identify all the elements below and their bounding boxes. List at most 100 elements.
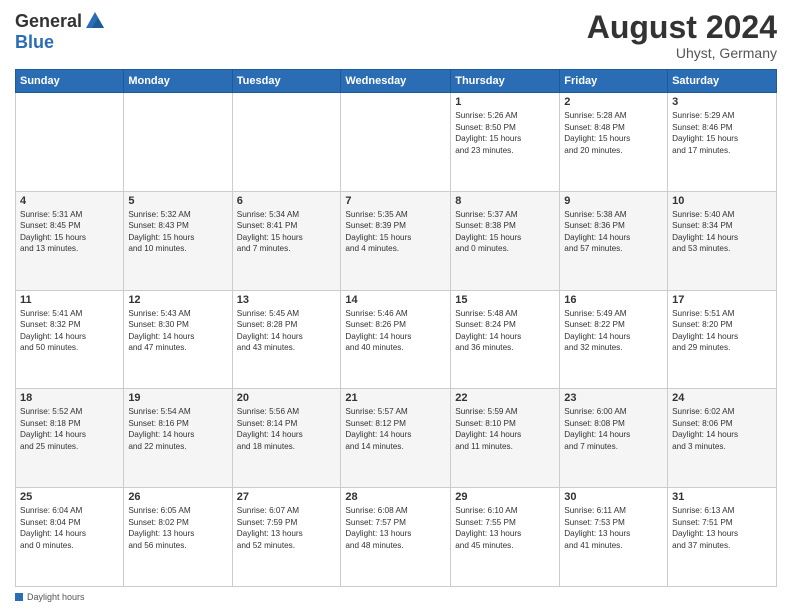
day-info: Sunrise: 5:35 AM Sunset: 8:39 PM Dayligh… (345, 209, 446, 255)
calendar-cell: 22Sunrise: 5:59 AM Sunset: 8:10 PM Dayli… (451, 389, 560, 488)
calendar-cell: 18Sunrise: 5:52 AM Sunset: 8:18 PM Dayli… (16, 389, 124, 488)
day-number: 23 (564, 392, 663, 404)
footer-dot (15, 593, 23, 601)
calendar-cell: 27 Sunrise: 6:07 AM Sunset: 7:59 PM Dayli… (232, 488, 341, 587)
calendar-cell: 20 Sunrise: 5:56 AM Sunset: 8:14 PM Dayli… (232, 389, 341, 488)
day-info: Sunrise: 6:00 AM Sunset: 8:08 PM Dayligh… (564, 406, 663, 452)
day-header-wednesday: Wednesday (341, 70, 451, 93)
calendar-cell: 1 Sunrise: 5:26 AM Sunset: 8:50 PM Daylig… (451, 93, 560, 192)
title-block: August 2024 Uhyst, Germany (587, 10, 777, 61)
calendar-week-3: 11Sunrise: 5:41 AM Sunset: 8:32 PM Dayli… (16, 290, 777, 389)
calendar-cell: 19 Sunrise: 5:54 AM Sunset: 8:16 PM Dayli… (124, 389, 232, 488)
day-number: 30 (564, 491, 663, 503)
day-number: 28 (345, 491, 446, 503)
day-number: 24 (672, 392, 772, 404)
day-header-saturday: Saturday (668, 70, 777, 93)
footer: Daylight hours (15, 592, 777, 602)
day-number: 25 (20, 491, 119, 503)
logo-blue-text: Blue (15, 32, 54, 53)
day-info: Sunrise: 6:11 AM Sunset: 7:53 PM Dayligh… (564, 505, 663, 551)
calendar-cell: 3 Sunrise: 5:29 AM Sunset: 8:46 PM Daylig… (668, 93, 777, 192)
calendar-cell: 6 Sunrise: 5:34 AM Sunset: 8:41 PM Daylig… (232, 191, 341, 290)
day-number: 31 (672, 491, 772, 503)
calendar-cell: 26 Sunrise: 6:05 AM Sunset: 8:02 PM Dayli… (124, 488, 232, 587)
calendar-cell: 30 Sunrise: 6:11 AM Sunset: 7:53 PM Dayli… (560, 488, 668, 587)
calendar-cell (232, 93, 341, 192)
day-number: 9 (564, 195, 663, 207)
calendar-cell: 7 Sunrise: 5:35 AM Sunset: 8:39 PM Daylig… (341, 191, 451, 290)
page: General Blue August 2024 Uhyst, Germany … (0, 0, 792, 612)
calendar-cell: 15 Sunrise: 5:48 AM Sunset: 8:24 PM Dayli… (451, 290, 560, 389)
calendar-cell (16, 93, 124, 192)
day-number: 26 (128, 491, 227, 503)
day-info: Sunrise: 5:59 AM Sunset: 8:10 PM Dayligh… (455, 406, 555, 452)
day-number: 16 (564, 294, 663, 306)
day-info: Sunrise: 5:34 AM Sunset: 8:41 PM Dayligh… (237, 209, 337, 255)
day-info: Sunrise: 6:04 AM Sunset: 8:04 PM Dayligh… (20, 505, 119, 551)
calendar-cell: 13 Sunrise: 5:45 AM Sunset: 8:28 PM Dayli… (232, 290, 341, 389)
day-info: Sunrise: 5:46 AM Sunset: 8:26 PM Dayligh… (345, 308, 446, 354)
day-info: Sunrise: 6:07 AM Sunset: 7:59 PM Dayligh… (237, 505, 337, 551)
day-header-tuesday: Tuesday (232, 70, 341, 93)
day-number: 1 (455, 96, 555, 108)
calendar-cell: 8 Sunrise: 5:37 AM Sunset: 8:38 PM Daylig… (451, 191, 560, 290)
day-info: Sunrise: 5:43 AM Sunset: 8:30 PM Dayligh… (128, 308, 227, 354)
calendar-week-2: 4Sunrise: 5:31 AM Sunset: 8:45 PM Daylig… (16, 191, 777, 290)
calendar-cell: 10 Sunrise: 5:40 AM Sunset: 8:34 PM Dayli… (668, 191, 777, 290)
logo: General Blue (15, 10, 106, 53)
day-number: 14 (345, 294, 446, 306)
day-number: 7 (345, 195, 446, 207)
day-info: Sunrise: 5:54 AM Sunset: 8:16 PM Dayligh… (128, 406, 227, 452)
day-info: Sunrise: 5:37 AM Sunset: 8:38 PM Dayligh… (455, 209, 555, 255)
day-number: 6 (237, 195, 337, 207)
day-header-sunday: Sunday (16, 70, 124, 93)
day-number: 10 (672, 195, 772, 207)
calendar-week-1: 1 Sunrise: 5:26 AM Sunset: 8:50 PM Daylig… (16, 93, 777, 192)
day-number: 3 (672, 96, 772, 108)
day-number: 8 (455, 195, 555, 207)
footer-label: Daylight hours (27, 592, 85, 602)
day-info: Sunrise: 5:26 AM Sunset: 8:50 PM Dayligh… (455, 110, 555, 156)
day-info: Sunrise: 5:45 AM Sunset: 8:28 PM Dayligh… (237, 308, 337, 354)
day-info: Sunrise: 5:52 AM Sunset: 8:18 PM Dayligh… (20, 406, 119, 452)
calendar-cell: 29 Sunrise: 6:10 AM Sunset: 7:55 PM Dayli… (451, 488, 560, 587)
day-info: Sunrise: 5:57 AM Sunset: 8:12 PM Dayligh… (345, 406, 446, 452)
day-info: Sunrise: 5:28 AM Sunset: 8:48 PM Dayligh… (564, 110, 663, 156)
calendar-header-row: SundayMondayTuesdayWednesdayThursdayFrid… (16, 70, 777, 93)
day-info: Sunrise: 5:31 AM Sunset: 8:45 PM Dayligh… (20, 209, 119, 255)
calendar-cell: 31 Sunrise: 6:13 AM Sunset: 7:51 PM Dayli… (668, 488, 777, 587)
day-info: Sunrise: 5:48 AM Sunset: 8:24 PM Dayligh… (455, 308, 555, 354)
calendar-cell (341, 93, 451, 192)
day-header-friday: Friday (560, 70, 668, 93)
calendar-cell: 28 Sunrise: 6:08 AM Sunset: 7:57 PM Dayli… (341, 488, 451, 587)
calendar-cell: 9 Sunrise: 5:38 AM Sunset: 8:36 PM Daylig… (560, 191, 668, 290)
calendar-cell: 24 Sunrise: 6:02 AM Sunset: 8:06 PM Dayli… (668, 389, 777, 488)
day-number: 27 (237, 491, 337, 503)
calendar-week-4: 18Sunrise: 5:52 AM Sunset: 8:18 PM Dayli… (16, 389, 777, 488)
day-header-monday: Monday (124, 70, 232, 93)
calendar-cell: 12Sunrise: 5:43 AM Sunset: 8:30 PM Dayli… (124, 290, 232, 389)
day-info: Sunrise: 5:29 AM Sunset: 8:46 PM Dayligh… (672, 110, 772, 156)
day-info: Sunrise: 5:38 AM Sunset: 8:36 PM Dayligh… (564, 209, 663, 255)
day-number: 13 (237, 294, 337, 306)
day-number: 20 (237, 392, 337, 404)
calendar-cell: 5Sunrise: 5:32 AM Sunset: 8:43 PM Daylig… (124, 191, 232, 290)
logo-general-text: General (15, 11, 82, 32)
day-info: Sunrise: 5:51 AM Sunset: 8:20 PM Dayligh… (672, 308, 772, 354)
day-info: Sunrise: 5:41 AM Sunset: 8:32 PM Dayligh… (20, 308, 119, 354)
day-header-thursday: Thursday (451, 70, 560, 93)
day-info: Sunrise: 5:40 AM Sunset: 8:34 PM Dayligh… (672, 209, 772, 255)
day-info: Sunrise: 6:02 AM Sunset: 8:06 PM Dayligh… (672, 406, 772, 452)
day-info: Sunrise: 5:56 AM Sunset: 8:14 PM Dayligh… (237, 406, 337, 452)
day-number: 15 (455, 294, 555, 306)
day-info: Sunrise: 6:10 AM Sunset: 7:55 PM Dayligh… (455, 505, 555, 551)
day-info: Sunrise: 6:05 AM Sunset: 8:02 PM Dayligh… (128, 505, 227, 551)
day-info: Sunrise: 6:13 AM Sunset: 7:51 PM Dayligh… (672, 505, 772, 551)
day-number: 19 (128, 392, 227, 404)
day-info: Sunrise: 5:49 AM Sunset: 8:22 PM Dayligh… (564, 308, 663, 354)
day-info: Sunrise: 6:08 AM Sunset: 7:57 PM Dayligh… (345, 505, 446, 551)
location-subtitle: Uhyst, Germany (587, 45, 777, 61)
day-number: 21 (345, 392, 446, 404)
day-number: 17 (672, 294, 772, 306)
day-number: 29 (455, 491, 555, 503)
